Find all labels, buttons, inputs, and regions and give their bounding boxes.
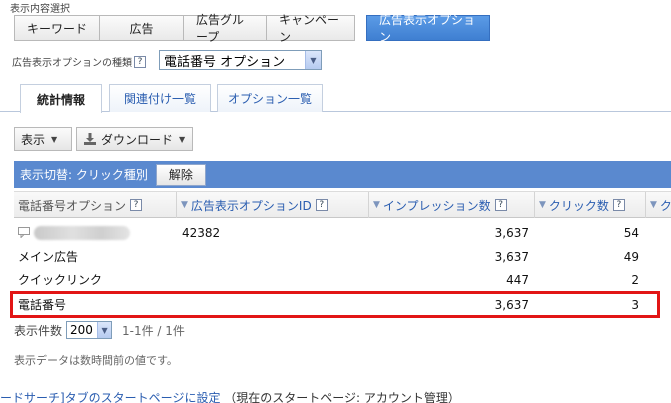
extension-id-cell: 42382	[182, 225, 221, 240]
clicks-cell: 2	[631, 272, 639, 287]
column-label: 広告表示オプションID	[190, 198, 312, 213]
sort-icon: ▼	[650, 200, 657, 210]
extension-type-select[interactable]: 電話番号 オプション ▼	[159, 50, 322, 70]
column-header-phone-option: 電話番号オプション ?	[14, 192, 177, 218]
help-icon[interactable]: ?	[494, 199, 507, 211]
column-header-clicks[interactable]: ▼ クリック数 ?	[535, 192, 646, 218]
help-icon[interactable]: ?	[612, 199, 625, 211]
clicks-cell: 49	[623, 249, 639, 264]
download-menu-button[interactable]: ダウンロード ▼	[76, 127, 193, 151]
segment-adgroup-button[interactable]: 広告グループ	[183, 13, 267, 44]
table-row: メイン広告 3,637 49	[14, 245, 671, 268]
help-icon[interactable]: ?	[130, 199, 143, 211]
speech-bubble-icon	[18, 227, 30, 238]
caret-down-icon: ▼	[179, 134, 186, 144]
filter-label: 表示切替: クリック種別	[20, 168, 148, 182]
segment-ad-button[interactable]: 広告	[99, 15, 184, 41]
phone-option-cell: メイン広告	[18, 250, 79, 264]
set-start-page-link[interactable]: ードサーチ]タブのスタートページに設定	[0, 391, 220, 403]
phone-option-cell: クイックリンク	[18, 273, 103, 287]
segment-campaign-button[interactable]: キャンペーン	[266, 13, 355, 44]
chevron-down-icon: ▼	[97, 322, 112, 338]
view-menu-button[interactable]: 表示 ▼	[14, 127, 72, 151]
tab-bar: 統計情報 関連付け一覧 オプション一覧	[0, 84, 671, 113]
column-header-truncated[interactable]: ▼ ク	[646, 192, 671, 218]
redacted-text	[34, 225, 130, 240]
tab-statistics[interactable]: 統計情報	[20, 84, 102, 113]
column-label: インプレッション数	[382, 198, 491, 213]
table-row: クイックリンク 447 2	[14, 268, 671, 291]
column-label: クリック数	[548, 198, 609, 213]
column-header-extension-id[interactable]: ▼ 広告表示オプションID ?	[177, 192, 369, 218]
column-header-impressions[interactable]: ▼ インプレッション数 ?	[369, 192, 535, 218]
impressions-cell: 3,637	[494, 249, 529, 264]
caret-down-icon: ▼	[51, 134, 58, 144]
table-row: 42382 3,637 54	[14, 221, 671, 244]
extension-type-label: 広告表示オプションの種類 ?	[12, 54, 146, 69]
rows-per-page-value: 200	[70, 323, 93, 337]
phone-option-cell	[18, 221, 177, 244]
impressions-cell: 3,637	[494, 225, 529, 240]
sort-icon: ▼	[373, 200, 380, 210]
clicks-cell: 54	[623, 225, 639, 240]
result-count: 1-1件 / 1件	[122, 323, 185, 338]
sort-icon: ▼	[539, 200, 546, 210]
extension-id-cell	[182, 268, 362, 291]
impressions-cell: 447	[506, 272, 529, 287]
segment-ad-extension-button[interactable]: 広告表示オプション	[366, 13, 490, 44]
extension-type-label-text: 広告表示オプションの種類	[12, 58, 132, 69]
chevron-down-icon: ▼	[305, 51, 321, 69]
current-start-page-text: （現在のスタートページ: アカウント管理）	[224, 391, 460, 403]
rows-per-page-label: 表示件数	[14, 323, 63, 338]
clear-filter-button[interactable]: 解除	[155, 163, 206, 186]
data-freshness-note: 表示データは数時間前の値です。	[14, 354, 178, 367]
highlight-box	[10, 291, 660, 318]
column-label: 電話番号オプション	[18, 198, 127, 213]
view-menu-label: 表示	[21, 132, 46, 147]
filter-bar: 表示切替: クリック種別 解除	[14, 161, 671, 188]
rows-per-page-select[interactable]: 200 ▼	[66, 321, 113, 339]
tab-options-list[interactable]: オプション一覧	[217, 84, 323, 112]
extension-id-cell	[182, 245, 362, 268]
help-icon[interactable]: ?	[134, 55, 146, 68]
table-header: 電話番号オプション ? ▼ 広告表示オプションID ? ▼ インプレッション数 …	[14, 191, 671, 218]
footer: ードサーチ]タブのスタートページに設定 （現在のスタートページ: アカウント管理…	[0, 389, 671, 403]
sort-icon: ▼	[181, 200, 188, 210]
segment-keyword-button[interactable]: キーワード	[14, 15, 100, 41]
section-label: 表示内容選択	[10, 4, 70, 15]
tab-associations[interactable]: 関連付け一覧	[109, 84, 211, 112]
download-menu-label: ダウンロード	[101, 132, 174, 147]
display-type-segments: キーワード 広告 広告グループ キャンペーン 広告表示オプション	[14, 13, 490, 44]
pager: 表示件数 200 ▼ 1-1件 / 1件	[14, 320, 185, 340]
download-icon	[84, 133, 96, 145]
column-label: ク	[659, 198, 671, 213]
extension-type-value: 電話番号 オプション	[164, 54, 286, 70]
help-icon[interactable]: ?	[315, 199, 328, 211]
